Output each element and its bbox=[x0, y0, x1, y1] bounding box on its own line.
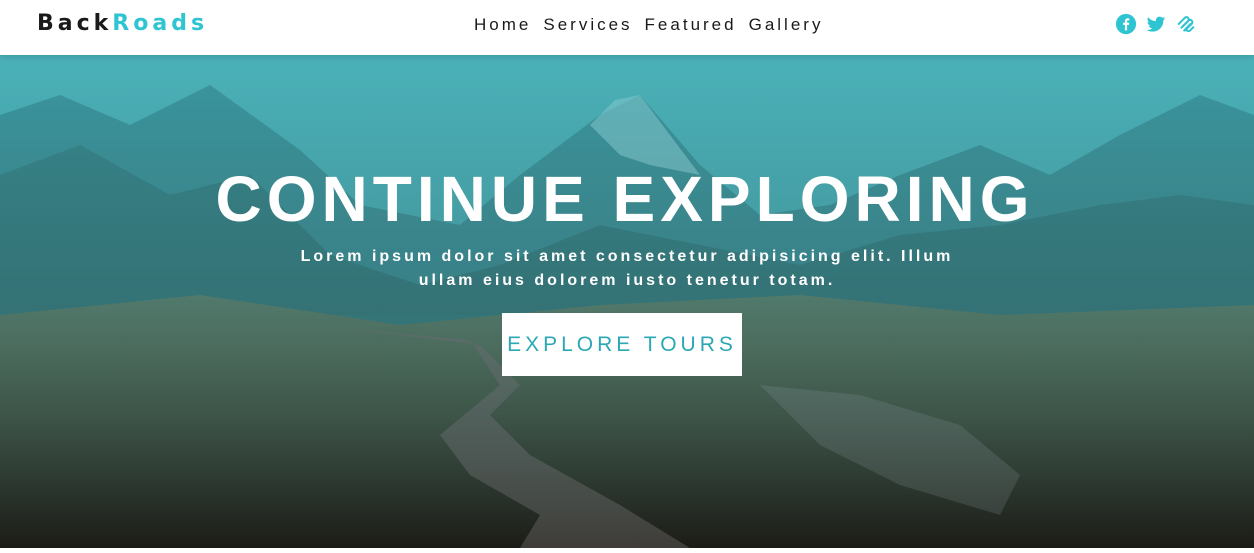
nav-link-services[interactable]: Services bbox=[543, 14, 632, 36]
nav-link-gallery[interactable]: Gallery bbox=[749, 14, 824, 36]
social-links bbox=[1115, 13, 1197, 35]
hero-subtitle-line-2: ullam eius dolorem iusto tenetur totam. bbox=[418, 272, 836, 289]
nav-link-featured[interactable]: Featured bbox=[645, 14, 737, 36]
nav-link-home[interactable]: Home bbox=[474, 14, 531, 36]
hero-subtitle: Lorem ipsum dolor sit amet consectetur a… bbox=[277, 245, 977, 293]
hero-banner: CONTINUE EXPLORING Lorem ipsum dolor sit… bbox=[0, 55, 1254, 548]
facebook-icon[interactable] bbox=[1115, 13, 1137, 35]
page-bottom-edge bbox=[0, 548, 1254, 553]
logo-text-back: Back bbox=[37, 11, 113, 36]
twitter-icon[interactable] bbox=[1145, 13, 1167, 35]
main-nav: Home Services Featured Gallery bbox=[474, 14, 823, 36]
logo-text-roads: Roads bbox=[112, 11, 209, 36]
hero-subtitle-line-1: Lorem ipsum dolor sit amet consectetur a… bbox=[300, 248, 954, 265]
site-logo[interactable]: BackRoads bbox=[37, 10, 208, 38]
explore-tours-button[interactable]: EXPLORE TOURS bbox=[502, 313, 742, 376]
top-navbar: BackRoads Home Services Featured Gallery bbox=[0, 0, 1254, 55]
squarespace-icon[interactable] bbox=[1175, 13, 1197, 35]
hero-title: CONTINUE EXPLORING bbox=[215, 163, 1035, 235]
hero-content: CONTINUE EXPLORING Lorem ipsum dolor sit… bbox=[0, 163, 1254, 376]
